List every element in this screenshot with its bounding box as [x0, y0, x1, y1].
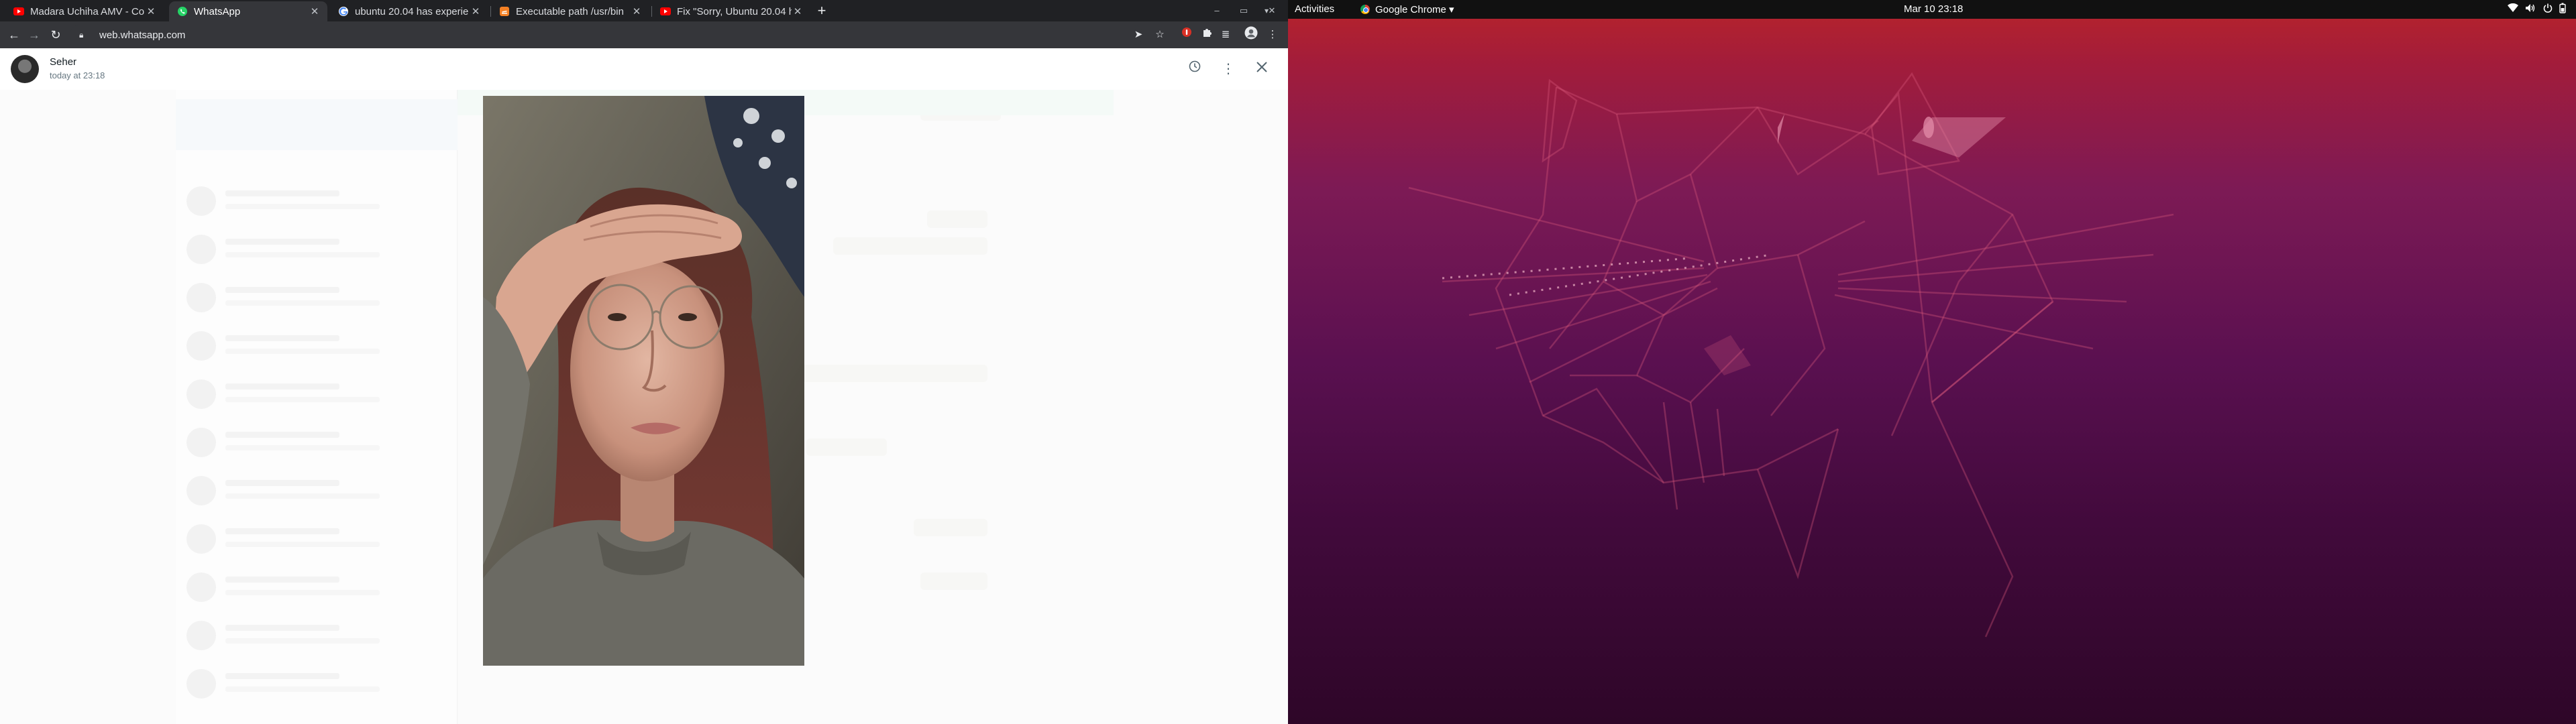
tab-close-icon[interactable]: ✕	[470, 5, 482, 17]
background-chat-row	[176, 563, 458, 611]
gnome-top-bar: Activities Google Chrome ▾ Mar 10 23:18	[1288, 0, 2576, 19]
address-bar[interactable]: 🔒︎ web.whatsapp.com	[70, 25, 1143, 45]
chrome-menu-icon[interactable]: ⋮	[1264, 26, 1281, 44]
chrome-icon	[1360, 5, 1370, 14]
background-chat-row	[176, 177, 458, 225]
url-text: web.whatsapp.com	[99, 29, 186, 41]
new-tab-button[interactable]: +	[813, 3, 830, 20]
background-chat-row	[176, 418, 458, 467]
background-message	[927, 210, 987, 228]
background-chat-row	[176, 322, 458, 370]
tab-madara-uchiha[interactable]: Madara Uchiha AMV - Cor ✕	[5, 1, 164, 21]
background-message	[806, 438, 887, 456]
tab-close-icon[interactable]: ✕	[309, 5, 321, 17]
contact-name[interactable]: Seher	[50, 56, 76, 68]
background-chat-row	[176, 611, 458, 660]
tab-executable-path[interactable]: Executable path /usr/bin ✕	[491, 1, 649, 21]
app-menu-button[interactable]: Google Chrome ▾	[1360, 3, 1454, 15]
background-message	[920, 572, 987, 590]
extension-red-icon[interactable]	[1178, 26, 1195, 44]
app-menu-label: Google Chrome ▾	[1375, 4, 1454, 15]
browser-toolbar: ← → ↻ 🔒︎ web.whatsapp.com ➤ ☆ ≣ ⋮	[0, 21, 1288, 48]
media-viewer-header: Seher today at 23:18 ⋮	[0, 48, 1288, 90]
whatsapp-media-viewer: Seher today at 23:18 ⋮	[0, 48, 1288, 724]
background-chat-list-header	[176, 99, 458, 150]
tab-strip: Madara Uchiha AMV - Cor ✕ WhatsApp ✕ ubu…	[0, 0, 1288, 21]
background-chat-list	[176, 90, 458, 724]
background-chat-row	[176, 515, 458, 563]
tab-title: ubuntu 20.04 has experie	[355, 5, 469, 17]
background-chat-row	[176, 467, 458, 515]
close-window-icon[interactable]: ✕	[1263, 3, 1281, 20]
ubuntu-desktop-wallpaper	[1288, 0, 2576, 724]
power-icon[interactable]	[2541, 3, 2555, 16]
tab-title: Madara Uchiha AMV - Cor	[30, 5, 145, 17]
activities-button[interactable]: Activities	[1295, 3, 1334, 15]
volume-icon[interactable]	[2524, 3, 2537, 16]
background-chat-row	[176, 225, 458, 274]
tab-close-icon[interactable]: ✕	[631, 5, 643, 17]
background-message	[833, 237, 987, 255]
media-timestamp: today at 23:18	[50, 70, 105, 80]
lock-icon: 🔒︎	[79, 29, 84, 40]
back-arrow-icon[interactable]: ←	[5, 26, 23, 44]
tab-close-icon[interactable]: ✕	[792, 5, 804, 17]
tab-whatsapp[interactable]: WhatsApp ✕	[169, 1, 327, 21]
close-viewer-icon[interactable]	[1252, 59, 1272, 79]
profile-avatar-icon[interactable]	[1242, 26, 1260, 44]
background-chat-row	[176, 660, 458, 708]
tab-fix-sorry-ubuntu[interactable]: Fix "Sorry, Ubuntu 20.04 h ✕	[652, 1, 810, 21]
contact-avatar[interactable]	[11, 55, 39, 83]
tab-title: Executable path /usr/bin	[516, 5, 624, 17]
reload-icon[interactable]: ↻	[47, 26, 64, 44]
chrome-window: Madara Uchiha AMV - Cor ✕ WhatsApp ✕ ubu…	[0, 0, 1288, 724]
send-tab-icon[interactable]: ➤	[1130, 26, 1147, 44]
media-photo	[483, 96, 804, 666]
background-chat-row	[176, 274, 458, 322]
maximize-icon[interactable]: ▭	[1234, 3, 1253, 20]
whatsapp-icon	[177, 6, 188, 17]
tab-close-icon[interactable]: ✕	[145, 5, 157, 17]
minimize-icon[interactable]: –	[1208, 3, 1226, 20]
focal-fossa-wallpaper-art	[1408, 72, 2174, 638]
clock[interactable]: Mar 10 23:18	[1904, 3, 1963, 15]
wifi-icon[interactable]	[2506, 3, 2520, 16]
bookmark-star-icon[interactable]: ☆	[1151, 26, 1169, 44]
go-to-message-icon[interactable]	[1185, 59, 1205, 79]
google-icon	[338, 6, 349, 17]
tab-title: WhatsApp	[194, 5, 241, 17]
stackoverflow-icon	[499, 6, 510, 17]
tab-title: Fix "Sorry, Ubuntu 20.04 h	[677, 5, 792, 17]
more-options-icon[interactable]: ⋮	[1218, 59, 1238, 79]
extensions-puzzle-icon[interactable]	[1198, 26, 1216, 44]
background-message	[914, 519, 987, 536]
youtube-icon	[13, 6, 24, 17]
youtube-icon	[660, 6, 671, 17]
reading-list-icon[interactable]: ≣	[1217, 26, 1234, 44]
battery-icon[interactable]	[2556, 3, 2569, 16]
forward-arrow-icon[interactable]: →	[25, 26, 43, 44]
tab-ubuntu-google[interactable]: ubuntu 20.04 has experie ✕	[330, 1, 488, 21]
background-chat-row	[176, 370, 458, 418]
background-message	[780, 365, 987, 382]
